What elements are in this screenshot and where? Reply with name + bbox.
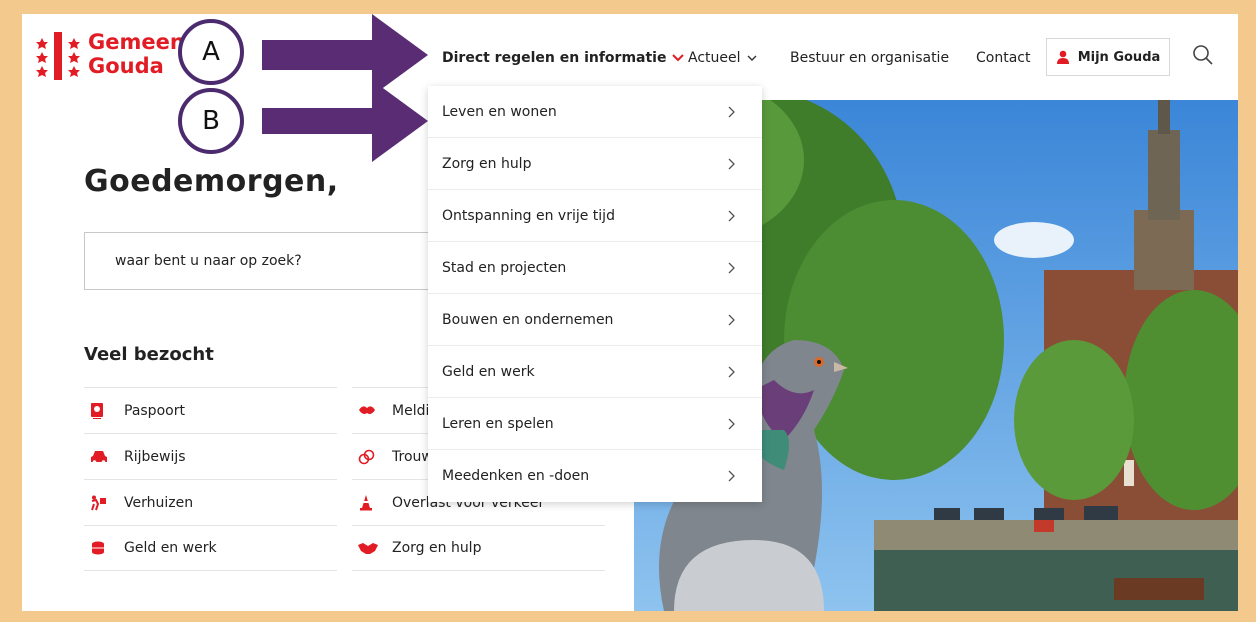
dropdown-item-label: Bouwen en ondernemen: [442, 311, 614, 328]
browser-page: Gemeente Gouda Direct regelen en informa…: [22, 14, 1238, 611]
nav-bestuur-label: Bestuur en organisatie: [790, 50, 950, 66]
search-input[interactable]: [115, 253, 415, 269]
mijn-gouda-button[interactable]: Mijn Gouda: [1046, 38, 1170, 76]
dropdown-item-leren-en-spelen[interactable]: Leren en spelen: [428, 398, 762, 450]
quick-link-verhuizen[interactable]: Verhuizen: [84, 479, 337, 525]
nav-contact[interactable]: Contact: [976, 50, 1030, 66]
dropdown-item-leven-en-wonen[interactable]: Leven en wonen: [428, 86, 762, 138]
nav-actueel-label: Actueel: [688, 50, 741, 66]
site-search-field[interactable]: [84, 232, 444, 290]
dropdown-item-zorg-en-hulp[interactable]: Zorg en hulp: [428, 138, 762, 190]
quick-link-paspoort[interactable]: Paspoort: [84, 387, 337, 433]
quick-link-label: Zorg en hulp: [392, 540, 482, 556]
mijn-gouda-label: Mijn Gouda: [1077, 49, 1161, 65]
gouda-logo-icon: [36, 32, 80, 80]
quick-link-label: Verhuizen: [124, 494, 194, 511]
chevron-right-icon: [728, 314, 735, 325]
dropdown-item-label: Stad en projecten: [442, 259, 567, 276]
veel-bezocht-heading: Veel bezocht: [84, 344, 214, 365]
annotation-label-b: B: [178, 88, 244, 154]
chevron-right-icon: [728, 262, 735, 273]
bird-icon: [359, 405, 375, 414]
quick-link-label: Paspoort: [124, 402, 185, 419]
dropdown-item-label: Leven en wonen: [442, 103, 557, 120]
chevron-right-icon: [728, 158, 735, 169]
car-icon: [91, 450, 107, 464]
nav-direct-regelen-label: Direct regelen en informatie: [442, 50, 667, 66]
chevron-right-icon: [728, 366, 735, 377]
quick-link-zorg[interactable]: Zorg en hulp: [352, 525, 605, 571]
dropdown-item-label: Meedenken en -doen: [442, 468, 590, 484]
coins-icon: [92, 541, 104, 555]
quick-link-geld-en-werk[interactable]: Geld en werk: [84, 525, 337, 571]
dropdown-item-geld-en-werk[interactable]: Geld en werk: [428, 346, 762, 398]
search-icon[interactable]: [1192, 44, 1214, 66]
nav-bestuur[interactable]: Bestuur en organisatie: [790, 50, 949, 66]
direct-regelen-dropdown: Leven en wonen Zorg en hulp Ontspanning …: [428, 86, 762, 502]
chevron-down-icon: [672, 54, 685, 62]
user-icon: [1056, 50, 1069, 64]
nav-direct-regelen[interactable]: Direct regelen en informatie: [442, 50, 685, 66]
handshake-icon: [358, 543, 378, 554]
nav-contact-label: Contact: [976, 50, 1031, 66]
traffic-cone-icon: [360, 494, 372, 510]
dropdown-item-bouwen[interactable]: Bouwen en ondernemen: [428, 294, 762, 346]
chevron-down-icon: [747, 55, 757, 61]
chevron-right-icon: [728, 210, 735, 221]
quick-links-left: Paspoort Rijbewijs Verhuizen Geld en wer…: [84, 387, 337, 571]
moving-icon: [91, 495, 106, 510]
rings-icon: [358, 449, 375, 464]
dropdown-item-label: Leren en spelen: [442, 415, 554, 432]
greeting-heading: Goedemorgen,: [84, 164, 339, 199]
quick-link-label: Rijbewijs: [124, 448, 186, 465]
dropdown-item-label: Geld en werk: [442, 363, 535, 380]
dropdown-item-stad-en-projecten[interactable]: Stad en projecten: [428, 242, 762, 294]
dropdown-item-ontspanning[interactable]: Ontspanning en vrije tijd: [428, 190, 762, 242]
quick-link-rijbewijs[interactable]: Rijbewijs: [84, 433, 337, 479]
dropdown-item-label: Zorg en hulp: [442, 155, 532, 172]
nav-actueel[interactable]: Actueel: [688, 50, 757, 66]
chevron-right-icon: [728, 470, 735, 482]
dropdown-item-label: Ontspanning en vrije tijd: [442, 207, 615, 224]
chevron-right-icon: [728, 106, 735, 117]
annotation-arrow-b: [262, 80, 428, 162]
quick-link-label: Geld en werk: [124, 540, 217, 556]
dropdown-item-meedenken[interactable]: Meedenken en -doen: [428, 450, 762, 502]
chevron-right-icon: [728, 418, 735, 429]
annotation-label-a: A: [178, 19, 244, 85]
passport-icon: [91, 402, 103, 419]
